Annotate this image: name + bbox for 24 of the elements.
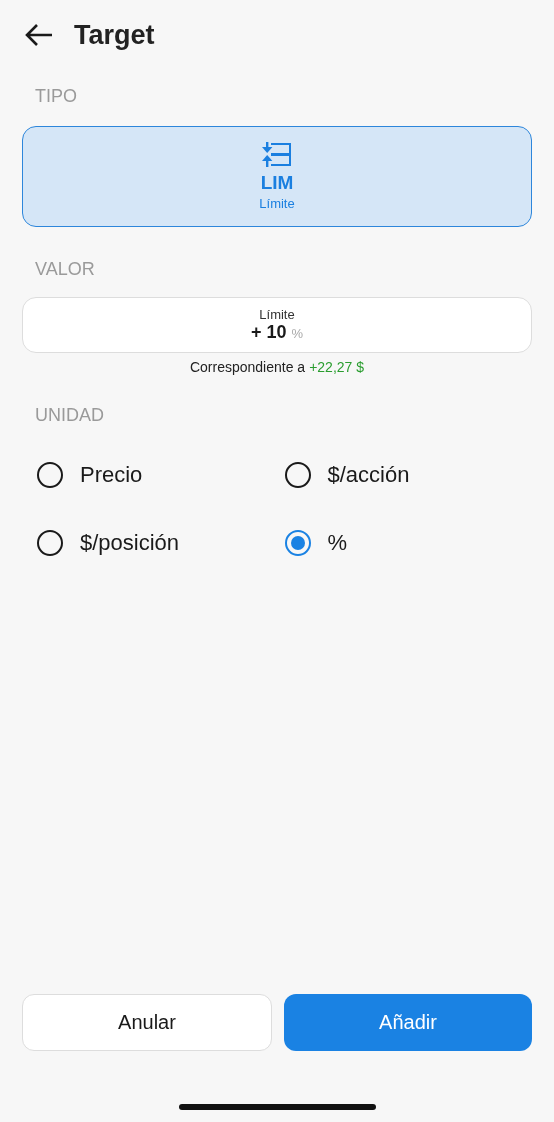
unit-suffix: % bbox=[291, 326, 304, 341]
radio-label: $/acción bbox=[327, 462, 410, 488]
section-label: TIPO bbox=[35, 86, 78, 108]
radio-button[interactable] bbox=[284, 462, 311, 488]
field-value: + 10 bbox=[250, 322, 287, 343]
section-label: VALOR bbox=[35, 259, 96, 281]
back-arrow-icon[interactable] bbox=[24, 23, 54, 47]
section-label: UNIDAD bbox=[35, 405, 105, 427]
value-field[interactable]: Límite + 10 % bbox=[22, 297, 532, 353]
radio-label: Precio bbox=[80, 462, 143, 488]
screen-title: Target bbox=[74, 19, 155, 51]
radio-label: $/posición bbox=[80, 530, 180, 556]
correspondence-text: Correspondiente a bbox=[189, 359, 306, 375]
add-button[interactable]: Añadir bbox=[284, 994, 532, 1051]
field-label: Límite bbox=[259, 307, 295, 322]
radio-button[interactable] bbox=[284, 530, 311, 556]
radio-button[interactable] bbox=[37, 462, 63, 488]
correspondence-amount: +22,27 $ bbox=[309, 359, 365, 375]
radio-button[interactable] bbox=[37, 530, 63, 556]
type-name: Límite bbox=[259, 196, 295, 211]
limit-order-icon bbox=[262, 142, 292, 168]
cancel-button[interactable]: Anular bbox=[22, 994, 272, 1051]
type-code: LIM bbox=[260, 172, 294, 194]
radio-label: % bbox=[327, 530, 348, 556]
